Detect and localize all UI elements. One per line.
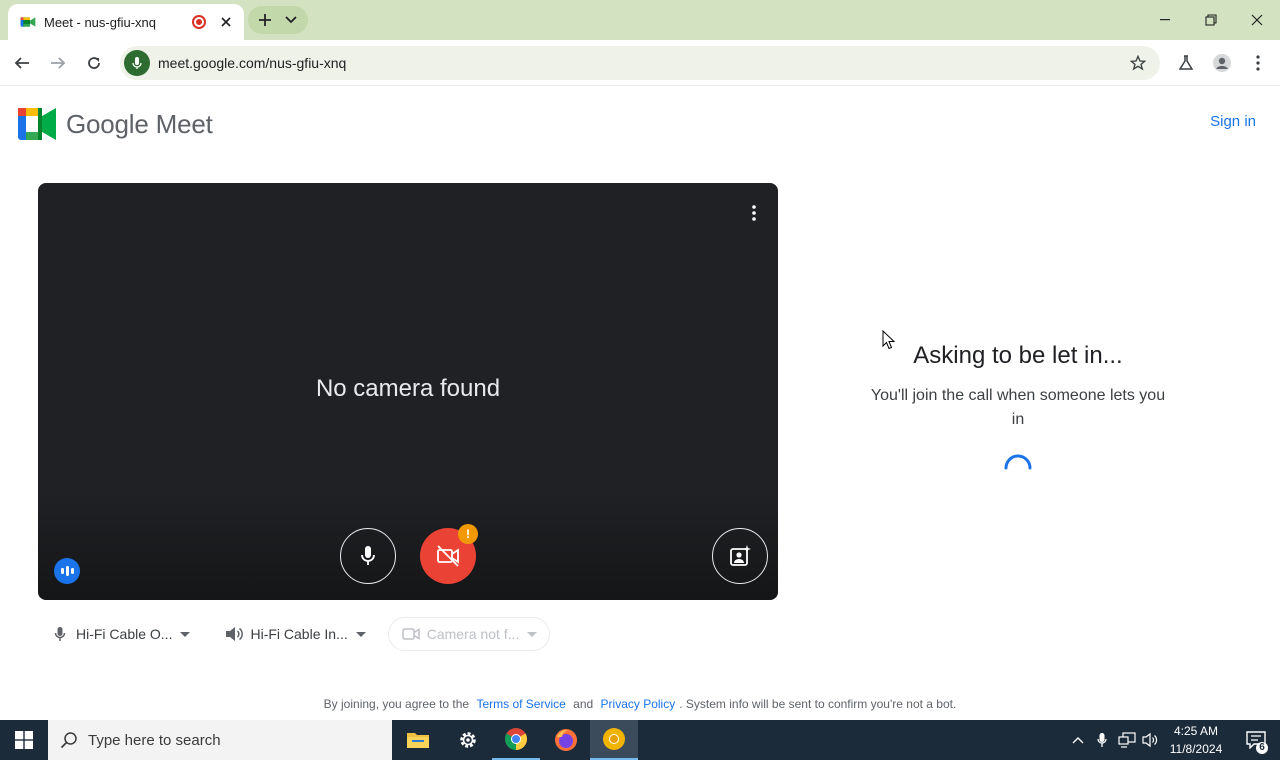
microphone-in-use-icon[interactable] [124,50,150,76]
camera-warning-badge: ! [458,524,478,544]
camera-toggle-button[interactable]: ! [420,524,478,584]
tab-strip: Meet - nus-gfiu-xnq [0,0,1280,40]
notification-count: 6 [1256,742,1268,754]
speaker-icon [224,624,244,644]
bookmark-star-icon[interactable] [1122,47,1154,79]
browser-menu-dots-icon[interactable] [1244,49,1272,77]
loading-spinner-icon [1004,454,1032,470]
mouse-cursor-icon [882,330,896,350]
file-explorer-icon[interactable] [394,720,442,760]
legal-suffix: . System info will be sent to confirm yo… [679,697,957,711]
tab-meet[interactable]: Meet - nus-gfiu-xnq [8,4,244,40]
taskbar-search-placeholder: Type here to search [88,731,221,749]
sign-in-link[interactable]: Sign in [1210,113,1256,130]
settings-gear-icon[interactable] [444,720,492,760]
no-camera-message: No camera found [315,375,501,402]
microphone-icon [50,624,70,644]
labs-flask-icon[interactable] [1172,49,1200,77]
taskbar-search-box[interactable]: Type here to search [48,720,392,760]
search-icon [60,732,77,749]
profile-avatar-icon[interactable] [1208,49,1236,77]
visual-effects-button[interactable] [712,528,768,584]
privacy-policy-link[interactable]: Privacy Policy [601,697,676,711]
chrome-icon[interactable] [492,720,540,760]
microphone-tray-icon[interactable] [1092,720,1112,760]
waiting-panel: Asking to be let in... You'll join the c… [858,338,1178,489]
windows-logo-icon [15,731,33,749]
caret-down-icon [527,631,538,637]
restore-window-icon[interactable] [1188,0,1234,40]
microphone-icon [361,546,375,565]
address-bar[interactable]: meet.google.com/nus-gfiu-xnq [120,46,1160,80]
speaker-selector[interactable]: Hi-Fi Cable In... [212,617,377,651]
video-preview: No camera found ! [38,183,778,600]
caret-down-icon [355,631,366,637]
start-button[interactable] [0,720,48,760]
preview-bottom-shade [38,490,778,600]
waiting-title: Asking to be let in... [913,342,1123,369]
new-tab-group [248,6,308,34]
meet-favicon-icon [20,17,36,27]
google-meet-logo[interactable]: Google Meet [18,108,213,140]
caret-down-icon [180,631,191,637]
recording-icon [192,15,206,29]
close-window-icon[interactable] [1234,0,1280,40]
camera-selector[interactable]: Camera not f... [387,617,551,651]
chrome-canary-icon[interactable] [590,720,638,760]
more-options-icon[interactable] [744,201,764,225]
network-icon[interactable] [1116,720,1138,760]
minimize-window-icon[interactable] [1142,0,1188,40]
action-center-button[interactable]: 6 [1236,720,1276,760]
forward-arrow-icon[interactable] [44,49,72,77]
windows-taskbar: Type here to search 4:25 AM 11/8/2024 6 [0,720,1280,760]
terms-of-service-link[interactable]: Terms of Service [476,697,565,711]
device-selectors: Hi-Fi Cable O... Hi-Fi Cable In... Camer… [38,617,560,651]
visual-effects-icon [730,545,751,566]
audio-level-indicator-icon [54,558,80,584]
meet-logo-icon [18,108,56,140]
microphone-toggle-button[interactable] [340,528,396,584]
clock-time: 4:25 AM [1173,724,1219,738]
volume-icon[interactable] [1140,720,1162,760]
speaker-selector-label: Hi-Fi Cable In... [250,626,348,642]
browser-toolbar: meet.google.com/nus-gfiu-xnq [0,40,1280,86]
legal-and: and [573,697,594,711]
tab-search-chevron-down-icon[interactable] [279,8,303,32]
firefox-icon[interactable] [542,720,590,760]
legal-notice: By joining, you agree to the Terms of Se… [0,697,1280,711]
microphone-selector[interactable]: Hi-Fi Cable O... [38,617,202,651]
url-text: meet.google.com/nus-gfiu-xnq [158,55,347,71]
waiting-subtitle: You'll join the call when someone lets y… [870,387,1166,428]
back-arrow-icon[interactable] [8,49,36,77]
video-camera-icon [401,624,421,644]
new-tab-plus-icon[interactable] [253,8,277,32]
reload-icon[interactable] [80,49,108,77]
close-tab-icon[interactable] [218,14,234,30]
camera-selector-label: Camera not f... [426,626,520,642]
show-hidden-icons-chevron-up-icon[interactable] [1068,720,1088,760]
legal-prefix: By joining, you agree to the [323,697,470,711]
camera-off-icon [437,545,459,567]
clock-date: 11/8/2024 [1169,742,1223,756]
tab-title: Meet - nus-gfiu-xnq [44,14,156,30]
brand-name: Google Meet [66,108,213,139]
microphone-selector-label: Hi-Fi Cable O... [76,626,173,642]
system-clock[interactable]: 4:25 AM 11/8/2024 [1164,722,1228,758]
